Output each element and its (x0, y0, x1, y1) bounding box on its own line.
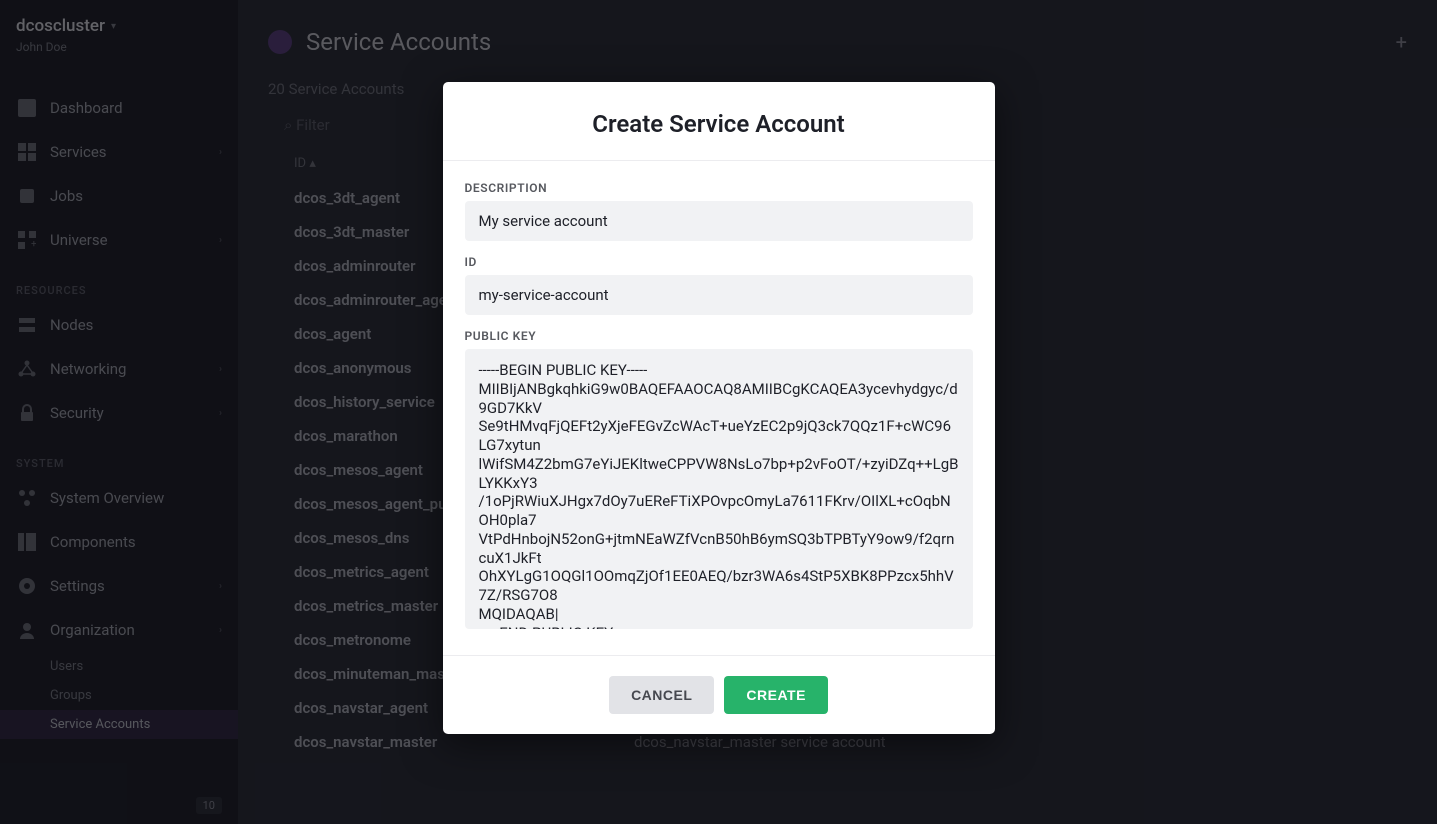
modal-footer: CANCEL CREATE (443, 655, 995, 734)
modal-title: Create Service Account (443, 82, 995, 161)
label-id: ID (465, 255, 973, 269)
create-service-account-modal: Create Service Account DESCRIPTION ID PU… (443, 82, 995, 734)
create-button[interactable]: CREATE (724, 676, 828, 714)
id-input[interactable] (465, 275, 973, 315)
description-input[interactable] (465, 201, 973, 241)
label-description: DESCRIPTION (465, 181, 973, 195)
public-key-textarea[interactable] (465, 349, 973, 629)
label-public-key: PUBLIC KEY (465, 329, 973, 343)
modal-body: DESCRIPTION ID PUBLIC KEY (443, 161, 995, 655)
cancel-button[interactable]: CANCEL (609, 676, 714, 714)
